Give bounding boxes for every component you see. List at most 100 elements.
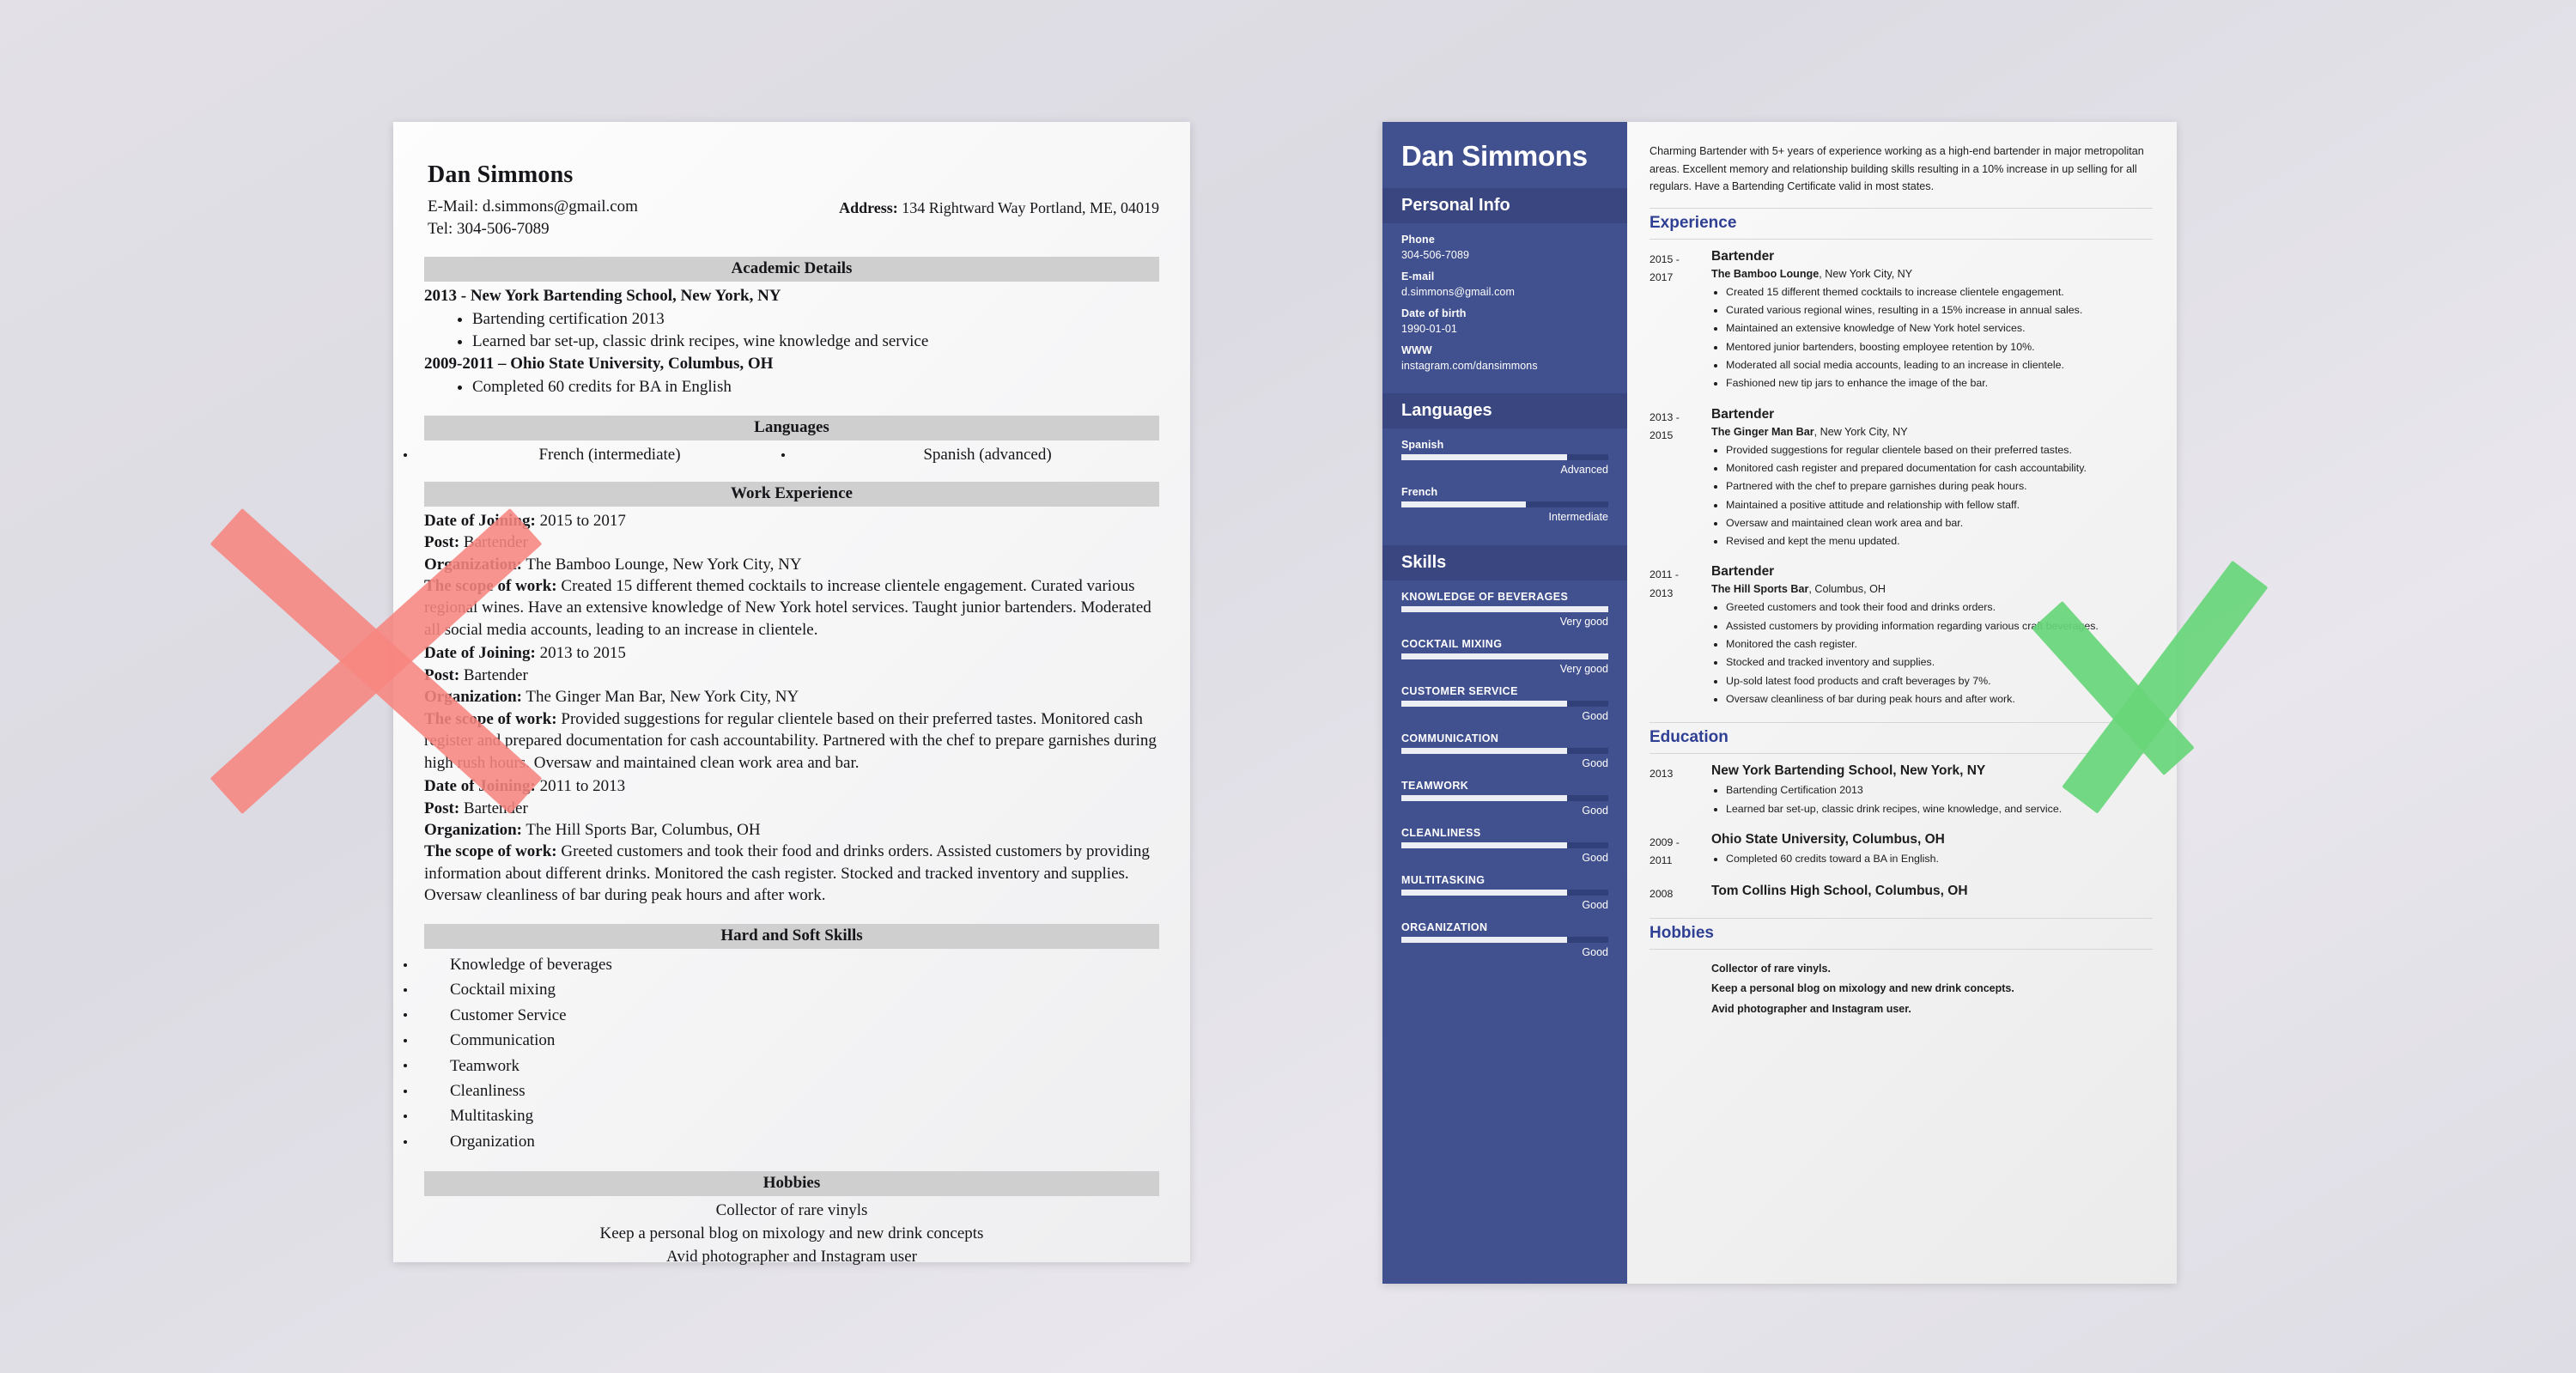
good-resume-education-dates: 2008 bbox=[1649, 884, 1711, 903]
good-resume-experience-list: 2015 - 2017 Bartender The Bamboo Lounge, Ne… bbox=[1649, 249, 2153, 709]
date-to: 2017 bbox=[1649, 270, 1674, 283]
list-item: Teamwork bbox=[404, 1054, 1159, 1078]
bad-resume-language-item: Spanish (advanced) bbox=[781, 446, 1159, 465]
bad-resume-work-entry: Date of Joining: 2013 to 2015 Post: Barte… bbox=[424, 642, 1159, 774]
bad-resume-hobby-item: Keep a personal blog on mixology and new… bbox=[599, 1224, 984, 1243]
good-resume-experience-dates: 2013 - 2015 bbox=[1649, 407, 1711, 551]
good-resume-skill-level: Good bbox=[1582, 757, 1608, 770]
good-resume-education-dates: 2009 - 2011 bbox=[1649, 832, 1711, 870]
good-resume-hobbies-heading: Hobbies bbox=[1649, 917, 2153, 950]
good-resume-education-heading: Education bbox=[1649, 722, 2153, 755]
good-resume-experience-org: The Ginger Man Bar, New York City, NY bbox=[1711, 425, 1908, 438]
date-to: 2015 bbox=[1649, 428, 1674, 441]
good-resume-experience-entry: 2011 - 2013 Bartender The Hill Sports Bar, … bbox=[1649, 564, 2153, 708]
good-resume-skill-level: Good bbox=[1582, 805, 1608, 817]
good-resume-education-list: 2013 New York Bartending School, New York… bbox=[1649, 763, 2153, 903]
good-resume-info-label: E-mail bbox=[1401, 270, 1435, 283]
good-resume-experience-bullets: Provided suggestions for regular cliente… bbox=[1711, 441, 2153, 551]
bad-resume-work-line: The scope of work: Provided suggestions … bbox=[424, 709, 1157, 772]
good-resume-skill-level: Good bbox=[1582, 710, 1608, 723]
list-item: Provided suggestions for regular cliente… bbox=[1726, 441, 2153, 459]
good-resume-skill-track bbox=[1401, 748, 1608, 755]
bad-resume-address-value: 134 Rightward Way Portland, ME, 04019 bbox=[902, 199, 1159, 216]
bad-resume-work-list: Date of Joining: 2015 to 2017 Post: Barte… bbox=[424, 510, 1159, 907]
bad-resume-skill-label: Cleanliness bbox=[450, 1082, 526, 1101]
good-resume-skill-track bbox=[1401, 701, 1608, 708]
org-name: The Ginger Man Bar bbox=[1711, 425, 1814, 438]
list-item: Partnered with the chef to prepare garni… bbox=[1726, 477, 2153, 495]
good-resume-document: Dan Simmons Personal Info Phone 304-506-7… bbox=[1382, 122, 2177, 1284]
bad-resume-skill-label: Teamwork bbox=[450, 1056, 519, 1075]
good-resume-experience-role: Bartender bbox=[1711, 406, 1775, 422]
bad-resume-language-label: Spanish (advanced) bbox=[923, 445, 1052, 464]
list-item: Up-sold latest food products and craft b… bbox=[1726, 672, 2153, 690]
good-resume-skills-heading: Skills bbox=[1382, 545, 1627, 581]
good-resume-languages-body: Spanish Advanced French Intermediate bbox=[1382, 428, 1627, 545]
good-resume-experience-role: Bartender bbox=[1711, 564, 1775, 580]
good-resume-language-level: Intermediate bbox=[1548, 511, 1608, 524]
bad-resume-academic-bullets: Bartending certification 2013Learned bar… bbox=[424, 308, 1159, 353]
date-from: 2013 bbox=[1649, 768, 1674, 781]
bad-resume-skills-list: Knowledge of beverages Cocktail mixing Cus… bbox=[404, 952, 1159, 1155]
good-resume-experience-title: Experience bbox=[1649, 213, 1737, 232]
list-item: Fashioned new tip jars to enhance the im… bbox=[1726, 374, 2153, 392]
good-resume-education-title: New York Bartending School, New York, NY bbox=[1711, 763, 1986, 779]
good-resume-experience-body: Bartender The Ginger Man Bar, New York Ci… bbox=[1711, 407, 2153, 551]
good-resume-skill-fill bbox=[1401, 795, 1567, 802]
bad-resume-hobbies-heading: Hobbies bbox=[424, 1171, 1159, 1197]
bad-resume-academic-title: 2013 - New York Bartending School, New Y… bbox=[424, 287, 781, 306]
date-from: 2013 - bbox=[1649, 410, 1680, 423]
bad-resume-email-value: d.simmons@gmail.com bbox=[482, 197, 638, 216]
bullet-icon bbox=[404, 963, 407, 967]
good-resume-info-field: Phone 304-506-7089 bbox=[1401, 234, 1608, 261]
bad-resume-tel-value: 304-506-7089 bbox=[457, 219, 550, 238]
good-resume-experience-bullets: Greeted customers and took their food an… bbox=[1711, 598, 2153, 708]
good-resume-info-label: WWW bbox=[1401, 344, 1432, 357]
good-resume-education-body: New York Bartending School, New York, NY… bbox=[1711, 763, 2153, 818]
bad-resume-work-label: Post: bbox=[424, 799, 460, 817]
bullet-icon bbox=[404, 1038, 407, 1042]
good-resume-experience-role: Bartender bbox=[1711, 248, 1775, 264]
good-resume-hobbies-list: Collector of rare vinyls. Keep a personal… bbox=[1649, 959, 2153, 1020]
org-name: The Hill Sports Bar bbox=[1711, 583, 1809, 596]
list-item: Moderated all social media accounts, lea… bbox=[1726, 356, 2153, 374]
good-resume-experience-heading: Experience bbox=[1649, 207, 2153, 240]
bad-resume-work-label: Date of Joining: bbox=[424, 777, 536, 796]
bad-resume-hobbies-list: Collector of rare vinyls Keep a personal … bbox=[424, 1200, 1159, 1269]
bad-resume-tel-label: Tel: bbox=[428, 219, 453, 238]
bad-resume-work-line: Date of Joining: 2013 to 2015 bbox=[424, 644, 626, 663]
list-item: Communication bbox=[404, 1028, 1159, 1053]
good-resume-skill-fill bbox=[1401, 701, 1567, 708]
good-resume-education-body: Ohio State University, Columbus, OH Compl… bbox=[1711, 832, 2153, 870]
bad-resume-work-line: Post: Bartender bbox=[424, 799, 528, 817]
bullet-icon bbox=[404, 1139, 407, 1144]
good-resume-skill-fill bbox=[1401, 653, 1608, 660]
list-item: Customer Service bbox=[404, 1003, 1159, 1028]
good-resume-education-bullets: Bartending Certification 2013Learned bar… bbox=[1711, 781, 2153, 818]
good-resume-skill-label: Multitasking bbox=[1401, 874, 1485, 887]
list-item: Greeted customers and took their food an… bbox=[1726, 598, 2153, 617]
good-resume-education-body: Tom Collins High School, Columbus, OH bbox=[1711, 884, 2153, 903]
good-resume-education-bullets: Completed 60 credits toward a BA in Engl… bbox=[1711, 850, 2153, 868]
list-item: Created 15 different themed cocktails to… bbox=[1726, 283, 2153, 301]
good-resume-skill-track bbox=[1401, 653, 1608, 660]
good-resume-skill-track bbox=[1401, 842, 1608, 849]
bad-resume-work-line: Organization: The Ginger Man Bar, New Yo… bbox=[424, 688, 799, 707]
good-resume-education-title: Ohio State University, Columbus, OH bbox=[1711, 832, 1945, 847]
list-item: Revised and kept the menu updated. bbox=[1726, 532, 2153, 550]
good-resume-skill-level: Very good bbox=[1559, 616, 1608, 629]
good-resume-sidebar: Dan Simmons Personal Info Phone 304-506-7… bbox=[1382, 122, 1627, 1284]
good-resume-skill-label: Communication bbox=[1401, 732, 1499, 745]
list-item: Maintained a positive attitude and relat… bbox=[1726, 496, 2153, 514]
bad-resume-work-label: Date of Joining: bbox=[424, 644, 536, 663]
bad-resume-skill-label: Organization bbox=[450, 1132, 535, 1151]
comparison-stage: Dan Simmons E-Mail: d.simmons@gmail.com … bbox=[0, 0, 2576, 1373]
good-resume-summary: Charming Bartender with 5+ years of expe… bbox=[1649, 145, 2144, 193]
list-item: Bartending Certification 2013 bbox=[1726, 781, 2153, 799]
bad-resume-language-item: French (intermediate) bbox=[404, 446, 781, 465]
good-resume-skills-body: Knowledge of beverages Very good Cocktail … bbox=[1382, 580, 1627, 981]
good-resume-skill-fill bbox=[1401, 890, 1567, 896]
bad-resume-work-label: Organization: bbox=[424, 555, 522, 574]
bad-resume-work-line: The scope of work: Greeted customers and… bbox=[424, 842, 1150, 905]
list-item: Monitored the cash register. bbox=[1726, 635, 2153, 653]
